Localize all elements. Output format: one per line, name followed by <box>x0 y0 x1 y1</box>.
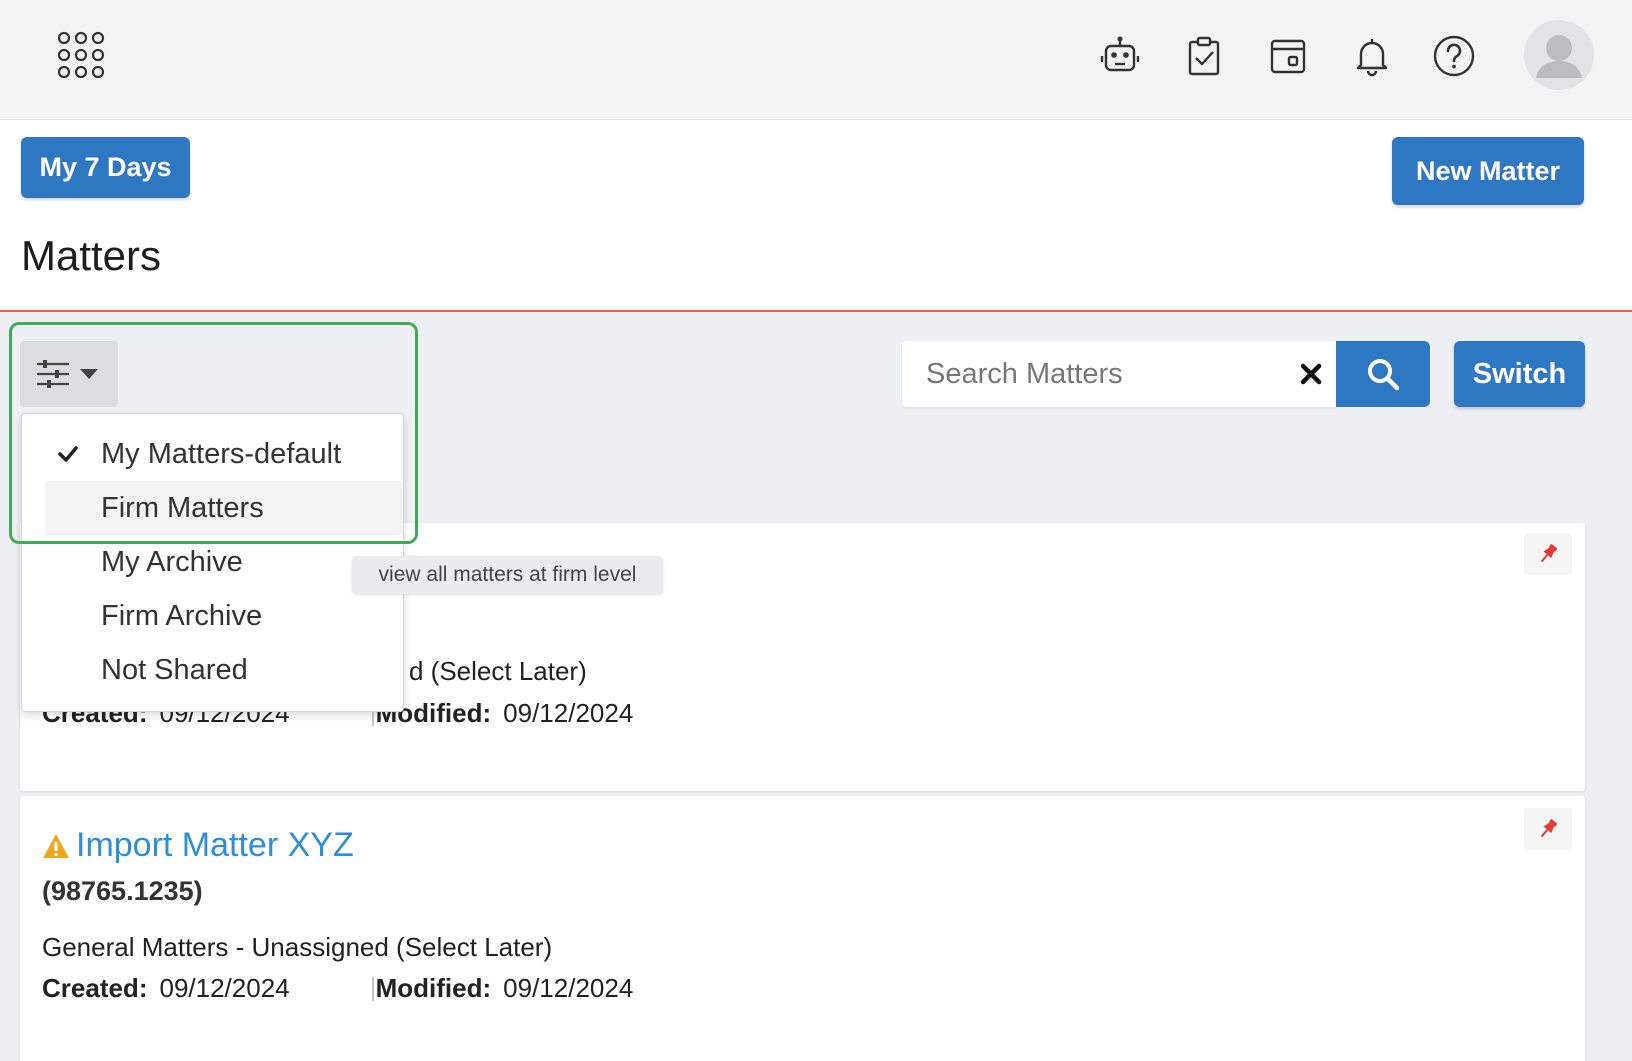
page-header: My 7 Days New Matter Matters <box>0 120 1632 312</box>
search-button[interactable] <box>1336 341 1430 407</box>
help-icon[interactable] <box>1432 34 1476 78</box>
warning-icon <box>43 833 69 858</box>
apps-grid-icon[interactable] <box>56 30 106 80</box>
filter-dropdown-menu: My Matters-default Firm Matters My Archi… <box>21 413 404 712</box>
menu-item-label: My Matters-default <box>101 437 342 470</box>
created-label: Created: <box>42 973 148 1003</box>
clear-search-icon[interactable] <box>1298 361 1324 387</box>
page-title: Matters <box>21 232 162 279</box>
created-date: 09/12/2024 <box>159 973 290 1003</box>
pin-button[interactable] <box>1524 533 1572 575</box>
menu-item-not-shared[interactable]: Not Shared <box>45 643 403 697</box>
user-avatar-icon <box>1536 35 1582 78</box>
matter-title-row: Import Matter XYZ <box>42 826 354 865</box>
checkmark-icon <box>58 446 78 462</box>
matter-card: Import Matter XYZ (98765.1235) General M… <box>20 796 1585 1061</box>
search-box <box>902 341 1336 407</box>
modified-date: 09/12/2024 <box>503 698 634 728</box>
pin-button[interactable] <box>1524 808 1572 850</box>
avatar[interactable] <box>1524 20 1594 90</box>
clipboard-check-icon[interactable] <box>1182 34 1226 78</box>
meta-separator <box>372 977 374 1001</box>
menu-item-my-matters-default[interactable]: My Matters-default <box>45 427 403 481</box>
menu-item-firm-archive[interactable]: Firm Archive <box>45 589 403 643</box>
menu-item-label: Firm Matters <box>101 491 264 524</box>
robot-icon[interactable] <box>1098 34 1142 78</box>
matter-category: d (Select Later) <box>409 656 587 686</box>
menu-item-label: Not Shared <box>101 653 248 686</box>
my-7-days-button[interactable]: My 7 Days <box>21 137 190 198</box>
menu-item-firm-matters[interactable]: Firm Matters <box>45 481 403 535</box>
search-input[interactable] <box>902 341 1282 407</box>
caret-down-icon <box>80 369 98 379</box>
matter-dates: Created: 09/12/2024 Modified: 09/12/2024 <box>42 973 633 1004</box>
pin-icon <box>1540 544 1558 563</box>
top-bar <box>0 0 1632 120</box>
menu-item-label: My Archive <box>101 545 243 578</box>
new-matter-button[interactable]: New Matter <box>1392 137 1584 205</box>
menu-item-label: Firm Archive <box>101 599 263 632</box>
filter-dropdown-button[interactable] <box>20 341 118 407</box>
modified-date: 09/12/2024 <box>503 973 634 1003</box>
matter-category: General Matters - Unassigned (Select Lat… <box>42 932 553 962</box>
matter-title-link[interactable]: Import Matter XYZ <box>76 826 354 865</box>
menu-item-my-archive[interactable]: My Archive <box>45 535 403 589</box>
matter-number: (98765.1235) <box>42 876 203 906</box>
bell-icon[interactable] <box>1350 34 1394 78</box>
modified-label: Modified: <box>375 973 492 1003</box>
switch-button[interactable]: Switch <box>1454 341 1585 407</box>
sliders-icon <box>37 360 69 388</box>
search-icon <box>1368 359 1400 391</box>
pin-icon <box>1540 819 1558 838</box>
tooltip: view all matters at firm level <box>352 556 663 594</box>
calendar-icon[interactable] <box>1266 34 1310 78</box>
